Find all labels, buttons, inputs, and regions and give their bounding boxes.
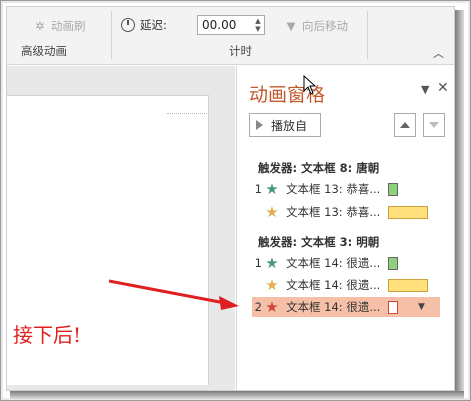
item-order-number: 1 — [254, 256, 262, 270]
item-label: 文本框 14: 很遗... — [286, 256, 381, 270]
delay-spinner[interactable]: ▲ ▼ — [253, 17, 263, 33]
delay-label: 延迟: — [140, 18, 167, 32]
move-up-button[interactable] — [394, 113, 416, 137]
animation-list-item[interactable]: 1 ★ 文本框 13: 恭喜... — [252, 179, 440, 199]
move-down-button[interactable] — [423, 113, 445, 137]
move-later-label: 向后移动 — [302, 19, 348, 33]
entrance-star-icon: ★ — [265, 180, 279, 198]
item-label: 文本框 14: 很遗... — [286, 278, 381, 292]
placeholder-border — [167, 102, 207, 114]
animation-pane: 动画窗格 ▼ ✕ 播放自 触发器: 文本框 8: 唐朝 1 ★ 文本框 13: … — [236, 66, 454, 390]
delay-value: 00.00 — [202, 18, 237, 32]
collapse-ribbon-icon[interactable]: ︿ — [433, 45, 444, 61]
item-label: 文本框 14: 很遗... — [286, 300, 381, 314]
brush-icon: ✲ — [35, 19, 45, 33]
play-from-label: 播放自 — [271, 118, 308, 133]
trigger-header: 触发器: 文本框 3: 明朝 — [258, 235, 380, 249]
group-label-timing: 计时 — [229, 44, 252, 58]
frame-shadow-right — [455, 10, 464, 394]
group-separator — [367, 11, 368, 59]
item-label: 文本框 13: 恭喜... — [286, 182, 381, 196]
delay-label-group: 延迟: — [121, 17, 167, 33]
animation-painter-label: 动画刷 — [51, 19, 86, 33]
slide-text: 接下后! — [13, 323, 82, 347]
animation-list-item[interactable]: 1 ★ 文本框 14: 很遗... — [252, 253, 440, 273]
entrance-star-icon: ★ — [265, 254, 279, 272]
group-label-advanced-animation: 高级动画 — [21, 44, 67, 58]
timing-bar — [388, 300, 398, 314]
clock-icon — [121, 18, 135, 32]
animation-list-item[interactable]: ★ 文本框 13: 恭喜... — [252, 202, 440, 222]
animation-painter-button[interactable]: ✲ 动画刷 — [33, 18, 86, 34]
animation-list-item-selected[interactable]: 2 ★ 文本框 14: 很遗... ▼ — [252, 297, 440, 317]
close-icon[interactable]: ✕ — [437, 80, 449, 96]
arrow-up-icon — [400, 122, 410, 128]
delay-input[interactable]: 00.00 ▲ ▼ — [197, 15, 265, 35]
item-order-number: 2 — [254, 300, 262, 314]
item-dropdown-icon[interactable]: ▼ — [418, 302, 425, 312]
item-order-number: 1 — [254, 182, 262, 196]
animation-list-item[interactable]: ★ 文本框 14: 很遗... — [252, 275, 440, 295]
timing-bar — [388, 205, 428, 219]
timing-bar — [388, 182, 398, 196]
timing-bar — [388, 278, 428, 292]
exit-star-icon: ★ — [265, 298, 279, 316]
item-label: 文本框 13: 恭喜... — [286, 205, 381, 219]
trigger-header: 触发器: 文本框 8: 唐朝 — [258, 161, 380, 175]
pane-menu-icon[interactable]: ▼ — [421, 83, 429, 96]
app-window: ✲ 动画刷 延迟: 00.00 ▲ ▼ ▼ 向后移动 高级动画 计时 ︿ 接下后!… — [6, 6, 455, 391]
annotation-arrow — [108, 279, 239, 310]
ribbon: ✲ 动画刷 延迟: 00.00 ▲ ▼ ▼ 向后移动 高级动画 计时 ︿ — [7, 7, 454, 65]
arrow-down-icon — [429, 122, 439, 128]
play-from-button[interactable]: 播放自 — [249, 113, 321, 137]
mouse-cursor-icon — [303, 75, 317, 95]
triangle-down-icon: ▼ — [286, 19, 296, 33]
emphasis-star-icon: ★ — [265, 203, 279, 221]
move-later-button[interactable]: ▼ 向后移动 — [284, 18, 348, 34]
group-separator — [111, 11, 112, 59]
play-icon — [256, 120, 263, 130]
timing-bar — [388, 256, 398, 270]
emphasis-star-icon: ★ — [265, 276, 279, 294]
frame-shadow-bottom — [10, 391, 464, 399]
